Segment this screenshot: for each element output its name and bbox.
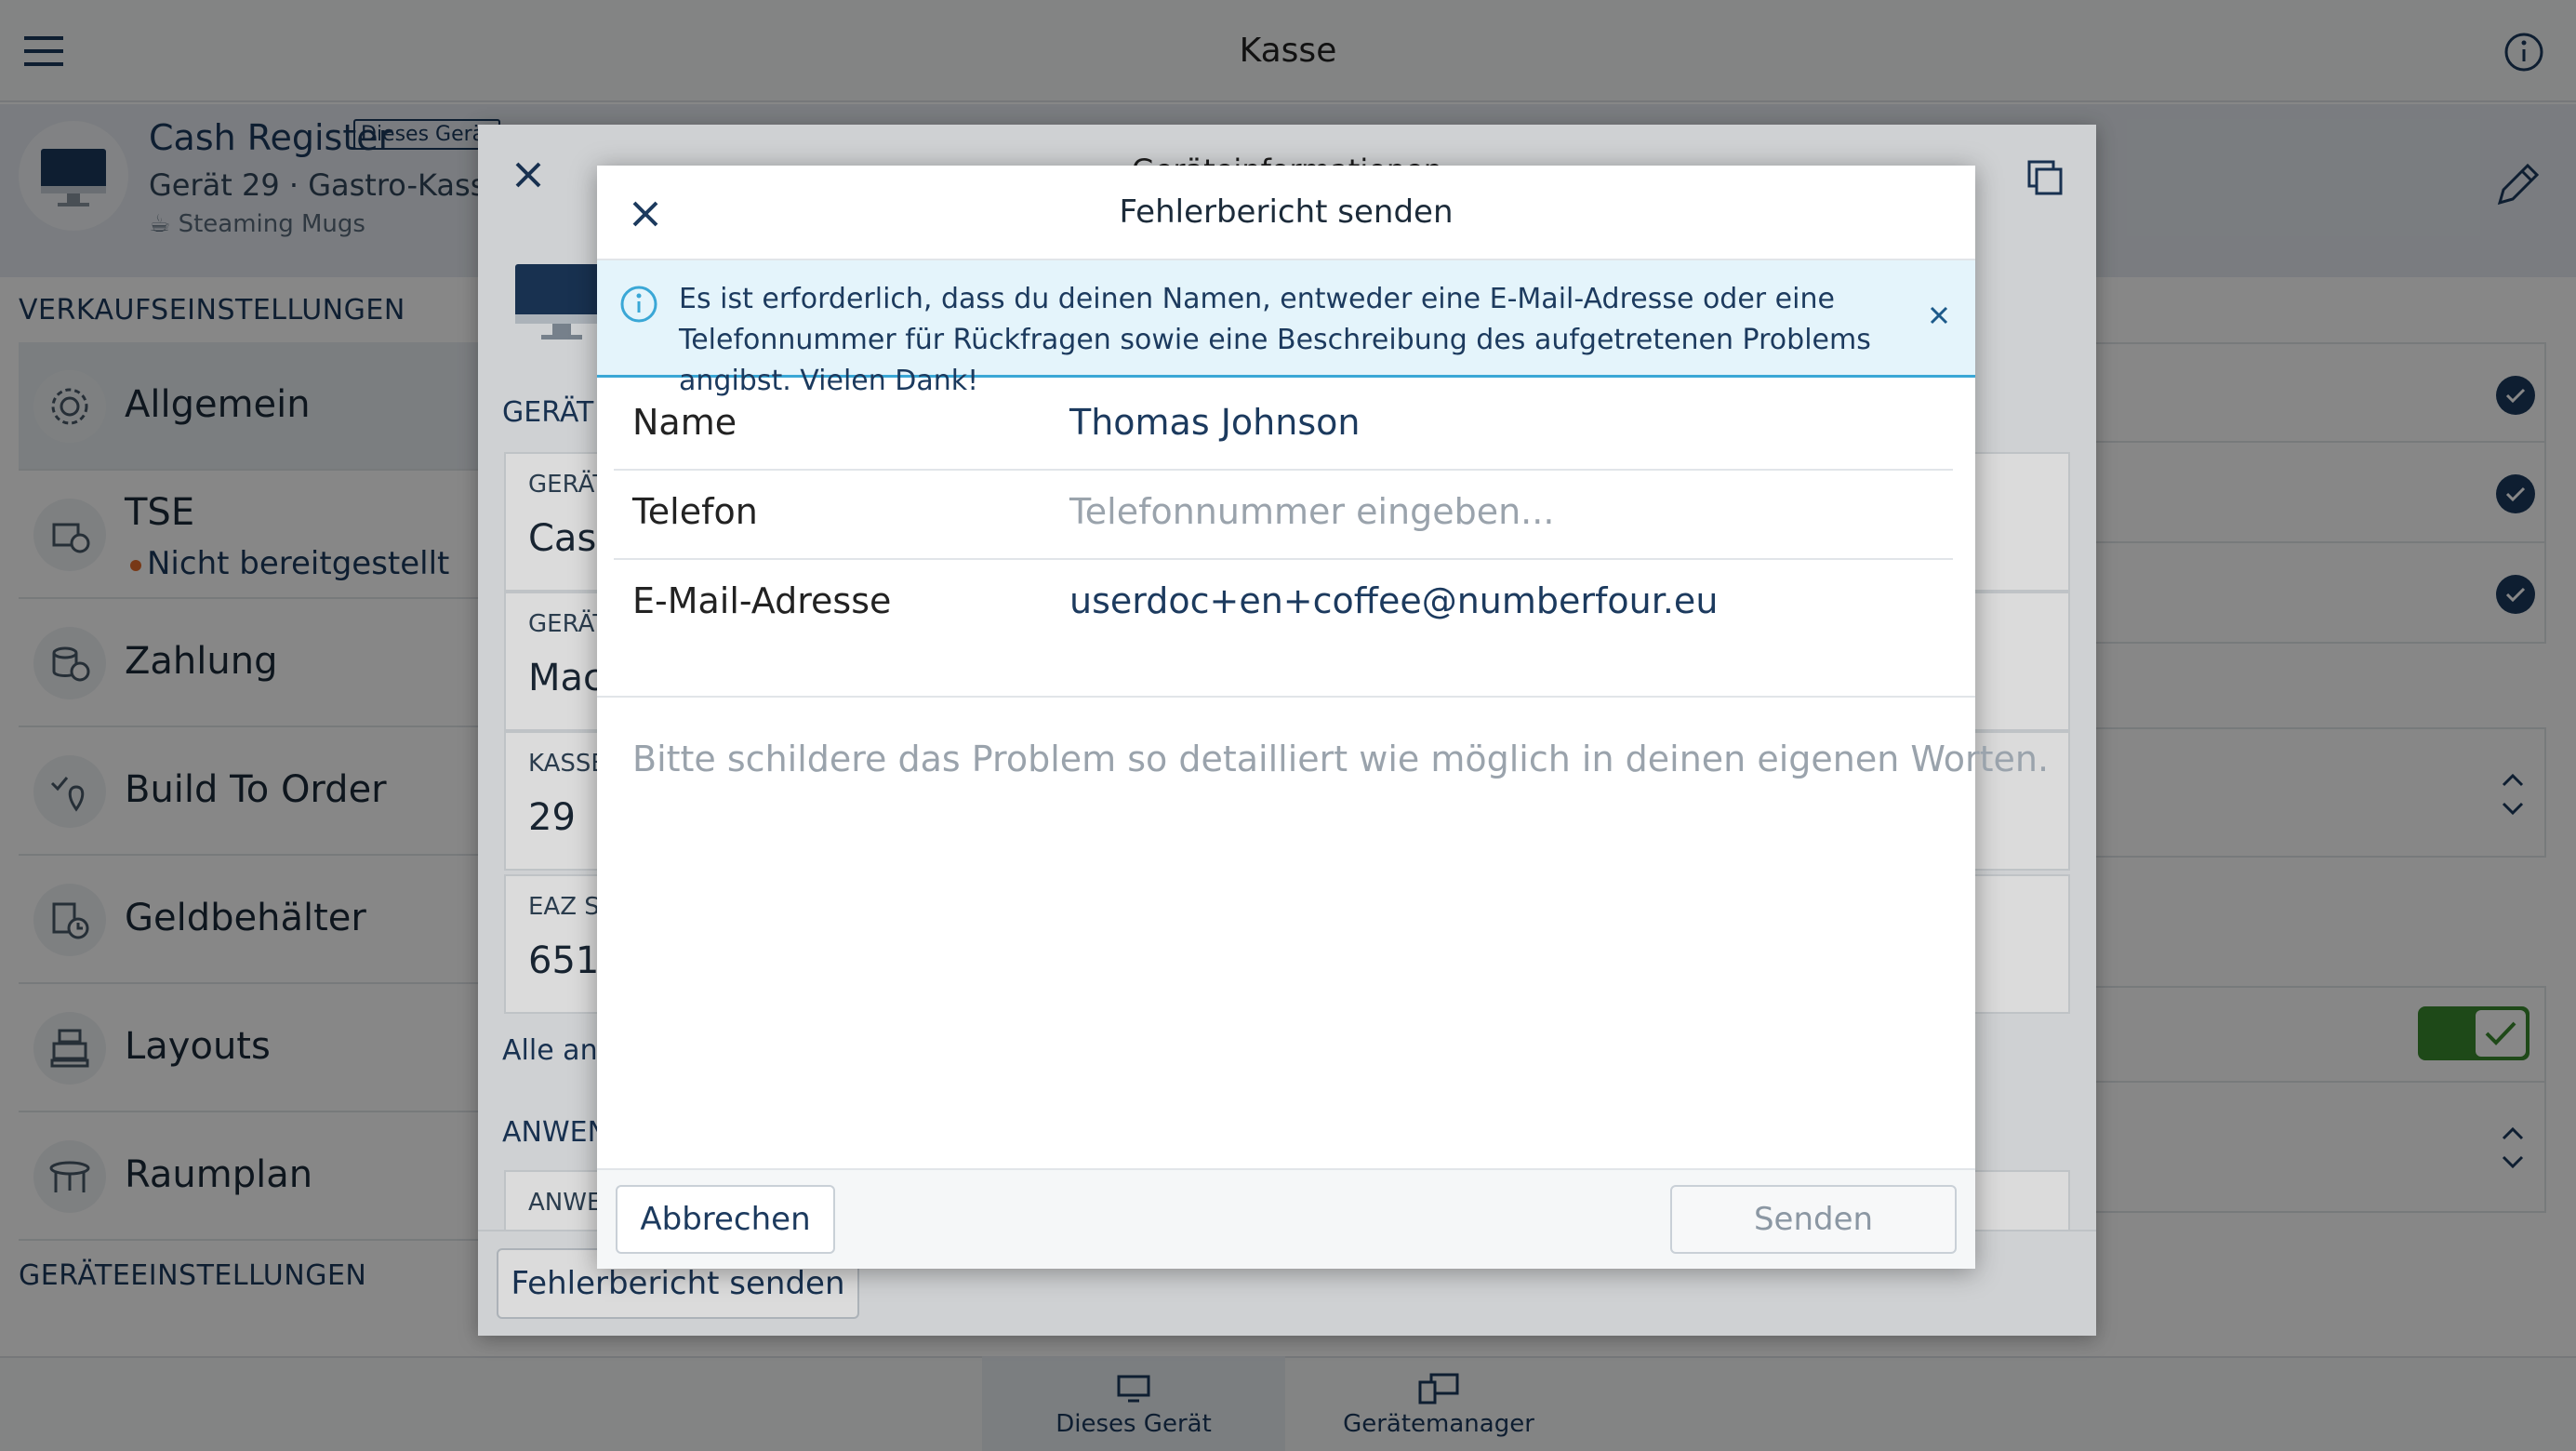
email-field[interactable]: E-Mail-Adresse userdoc+en+coffee@numberf… [614, 560, 1953, 649]
cancel-button[interactable]: Abbrechen [616, 1185, 835, 1254]
phone-placeholder: Telefonnummer eingeben... [1069, 491, 1555, 532]
email-label: E-Mail-Adresse [632, 580, 892, 621]
close-icon[interactable] [1925, 301, 1953, 329]
send-button[interactable]: Senden [1670, 1185, 1957, 1254]
name-value: Thomas Johnson [1069, 402, 1361, 443]
info-icon [619, 285, 658, 324]
phone-field[interactable]: Telefon Telefonnummer eingeben... [614, 471, 1953, 560]
name-label: Name [632, 402, 737, 443]
phone-label: Telefon [632, 491, 758, 532]
name-field[interactable]: Name Thomas Johnson [614, 381, 1953, 471]
report-modal-title: Fehlerbericht senden [1119, 193, 1454, 231]
email-value: userdoc+en+coffee@numberfour.eu [1069, 580, 1719, 621]
description-placeholder: Bitte schildere das Problem so detaillie… [632, 739, 2050, 779]
